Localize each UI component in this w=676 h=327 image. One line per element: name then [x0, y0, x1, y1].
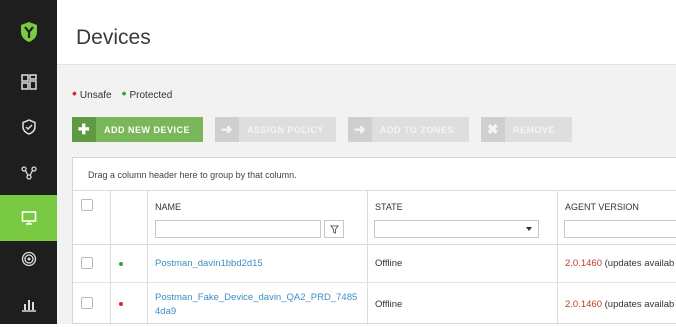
arrow-right-icon: ➜: [348, 117, 372, 142]
plus-icon: ✚: [72, 117, 96, 142]
device-name-link[interactable]: Postman_Fake_Device_davin_QA2_PRD_7485 4…: [155, 291, 357, 319]
agent-version-filter-input[interactable]: [564, 220, 676, 238]
table-row[interactable]: Postman_davin1bbd2d15 Offline 2.0.1460 (…: [73, 245, 676, 283]
arrow-right-icon: ➜: [215, 117, 239, 142]
select-all-checkbox[interactable]: [81, 199, 93, 211]
add-to-zones-button[interactable]: ➜ ADD TO ZONES: [348, 117, 469, 142]
row-checkbox[interactable]: [81, 257, 93, 269]
group-by-drop-zone[interactable]: Drag a column header here to group by th…: [73, 158, 676, 191]
sidebar-item-devices[interactable]: [0, 195, 57, 241]
devices-grid: Drag a column header here to group by th…: [72, 157, 676, 325]
monitor-icon: [21, 210, 37, 226]
assign-policy-button[interactable]: ➜ ASSIGN POLICY: [215, 117, 336, 142]
agent-version: 2.0.1460 (updates availab: [565, 258, 675, 269]
sidebar-item-network[interactable]: [0, 150, 57, 196]
dashboard-icon: [20, 74, 37, 90]
page-header: Devices: [57, 0, 676, 65]
bar-chart-icon: [21, 296, 37, 312]
shield-alert-icon: [21, 119, 37, 135]
device-state: Offline: [375, 258, 403, 269]
network-icon: [20, 165, 37, 181]
sidebar: [0, 0, 57, 324]
row-checkbox[interactable]: [81, 297, 93, 309]
column-header-state[interactable]: STATE: [375, 202, 403, 212]
agent-version: 2.0.1460 (updates availab: [565, 299, 675, 310]
status-unsafe-dot: [119, 302, 123, 306]
state-filter-select[interactable]: [374, 220, 539, 238]
chevron-down-icon: [526, 227, 532, 231]
shield-logo-icon[interactable]: [0, 0, 57, 64]
sidebar-item-threats[interactable]: [0, 104, 57, 150]
add-new-device-button[interactable]: ✚ ADD NEW DEVICE: [72, 117, 203, 142]
page-title: Devices: [76, 26, 151, 49]
close-icon: ✖: [481, 117, 505, 142]
legend-protected: • Protected: [121, 85, 173, 101]
sidebar-item-reports[interactable]: [0, 281, 57, 327]
column-header-agent-version[interactable]: AGENT VERSION: [565, 202, 639, 212]
filter-icon[interactable]: [324, 220, 344, 238]
column-header-name[interactable]: NAME: [155, 202, 181, 212]
toolbar: ✚ ADD NEW DEVICE ➜ ASSIGN POLICY ➜ ADD T…: [72, 117, 572, 142]
grid-header-row: NAME STATE AGENT VERSION: [73, 191, 676, 245]
remove-button[interactable]: ✖ REMOVE: [481, 117, 572, 142]
device-state: Offline: [375, 299, 403, 310]
status-legend: • Unsafe • Protected: [72, 85, 173, 101]
radar-icon: [21, 251, 37, 267]
name-filter-input[interactable]: [155, 220, 321, 238]
legend-unsafe: • Unsafe: [72, 85, 112, 101]
device-name-link[interactable]: Postman_davin1bbd2d15: [155, 258, 263, 269]
table-row[interactable]: Postman_Fake_Device_davin_QA2_PRD_7485 4…: [73, 283, 676, 325]
sidebar-item-detection[interactable]: [0, 236, 57, 282]
sidebar-item-dashboard[interactable]: [0, 59, 57, 105]
main-content: Devices • Unsafe • Protected ✚ ADD NEW DEV…: [57, 0, 676, 325]
status-protected-dot: [119, 262, 123, 266]
